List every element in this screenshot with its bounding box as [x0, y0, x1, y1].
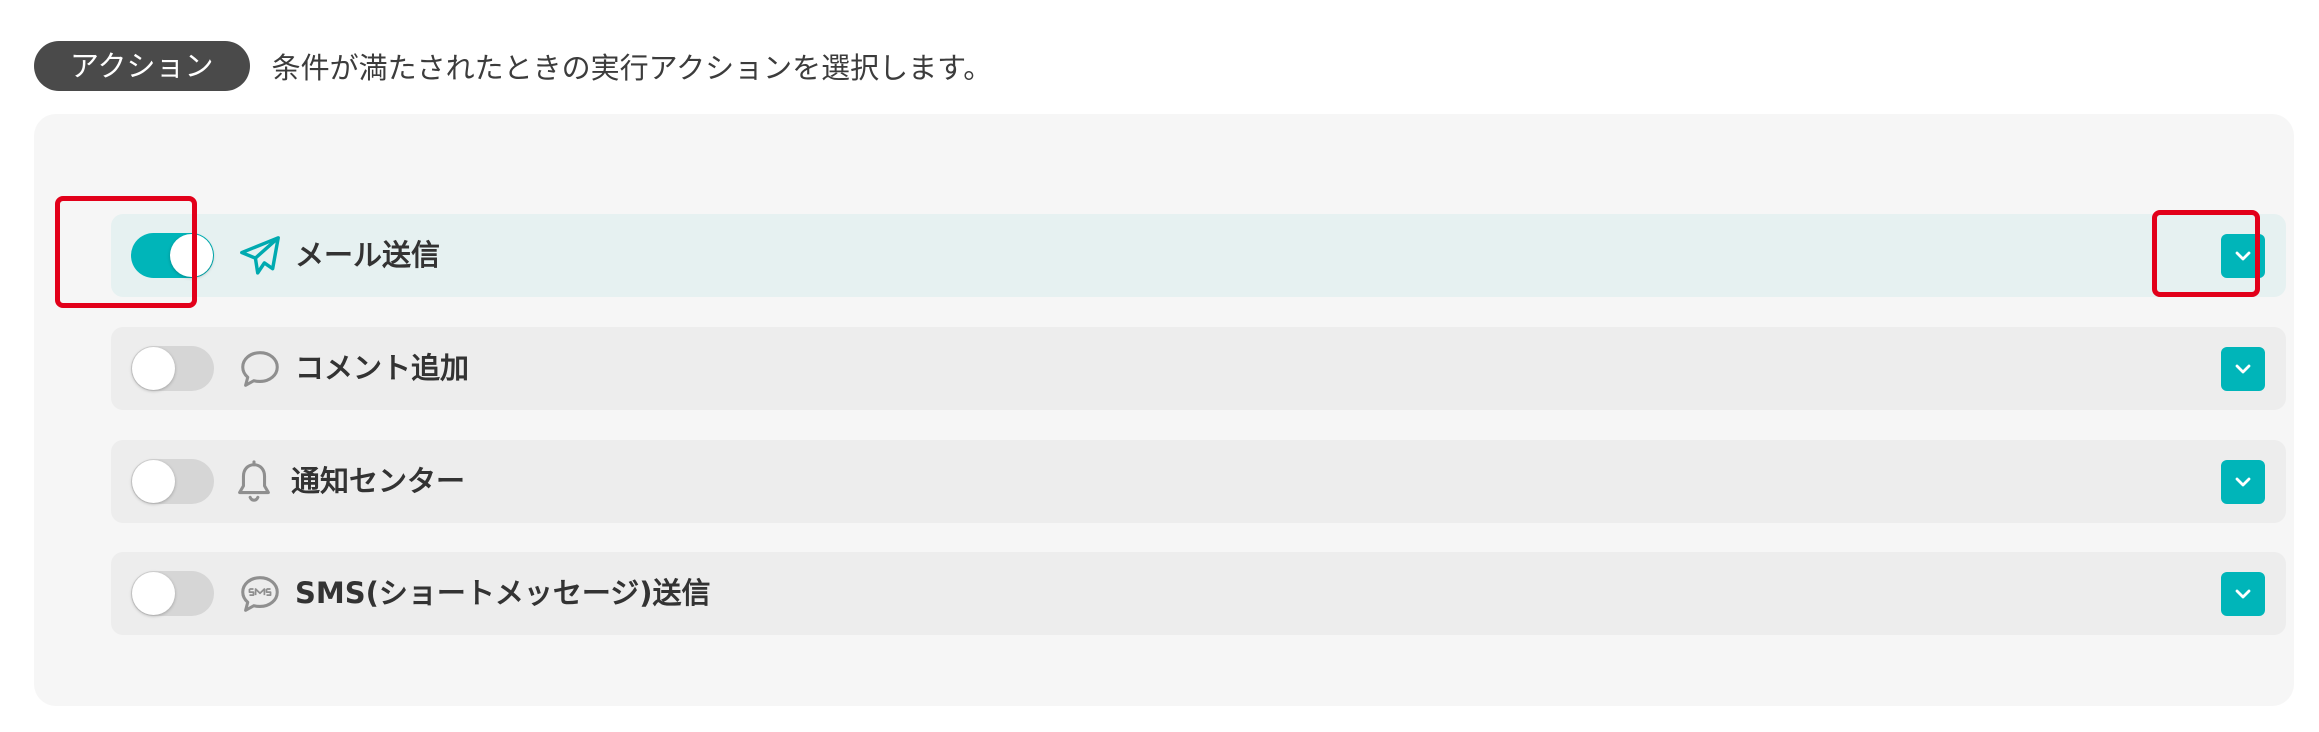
chevron-down-icon	[2235, 364, 2251, 374]
toggle-knob	[132, 572, 175, 615]
email-toggle[interactable]	[131, 233, 214, 278]
expand-sms-button[interactable]	[2221, 572, 2265, 616]
action-row-sms: SMS(ショートメッセージ)送信	[111, 552, 2286, 635]
chevron-down-icon	[2235, 251, 2251, 261]
actions-panel: メール送信 コメント追加 通知センター SMS(ショートメッセージ)送信	[34, 114, 2294, 706]
paper-plane-icon	[240, 236, 280, 275]
speech-bubble-icon	[241, 351, 279, 387]
toggle-knob	[132, 460, 175, 503]
comment-toggle[interactable]	[131, 346, 214, 391]
action-row-comment: コメント追加	[111, 327, 2286, 410]
toggle-knob	[170, 234, 213, 277]
section-badge: アクション	[34, 41, 250, 91]
expand-notification-button[interactable]	[2221, 460, 2265, 504]
sms-bubble-icon	[241, 576, 279, 612]
action-row-notification: 通知センター	[111, 440, 2286, 523]
action-label-comment: コメント追加	[295, 351, 470, 385]
chevron-down-icon	[2235, 589, 2251, 599]
action-label-notification: 通知センター	[291, 464, 466, 498]
toggle-knob	[132, 347, 175, 390]
bell-icon	[238, 460, 270, 502]
action-row-email: メール送信	[111, 214, 2286, 297]
section-header: アクション 条件が満たされたときの実行アクションを選択します。	[34, 41, 992, 91]
notification-toggle[interactable]	[131, 459, 214, 504]
sms-toggle[interactable]	[131, 571, 214, 616]
expand-comment-button[interactable]	[2221, 347, 2265, 391]
action-label-sms: SMS(ショートメッセージ)送信	[295, 576, 711, 610]
section-description: 条件が満たされたときの実行アクションを選択します。	[271, 51, 993, 85]
chevron-down-icon	[2235, 477, 2251, 487]
expand-email-button[interactable]	[2221, 234, 2265, 278]
action-label-email: メール送信	[295, 238, 441, 272]
